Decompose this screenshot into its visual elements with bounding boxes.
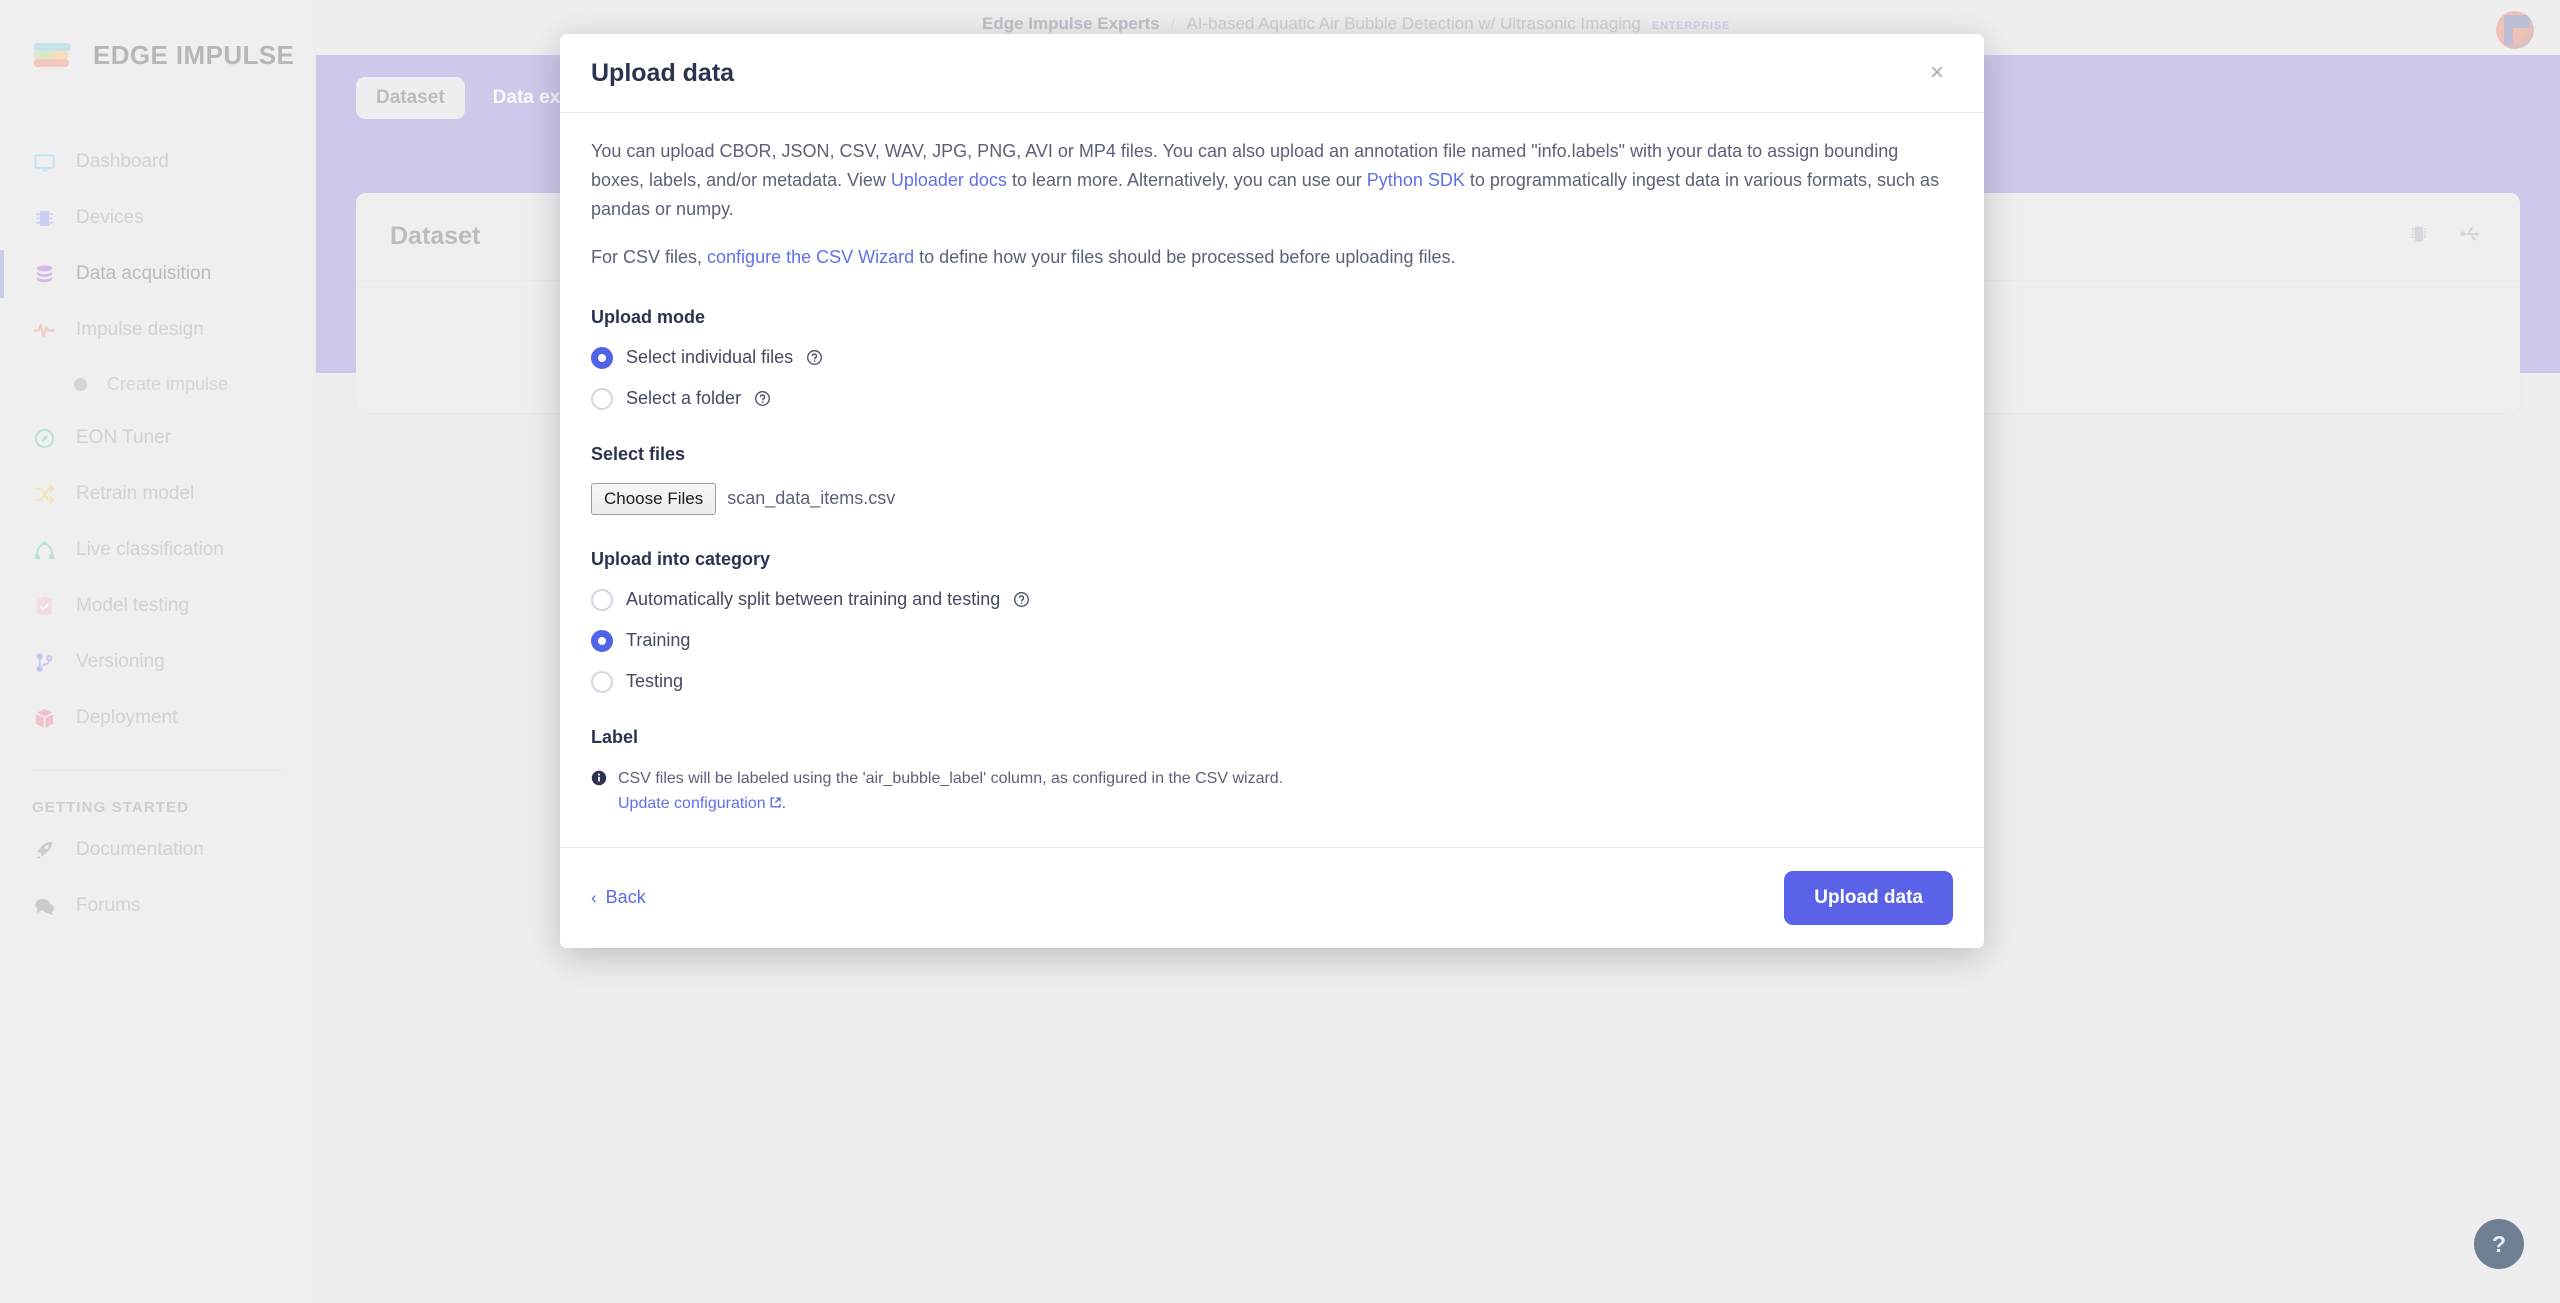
- note-part2: .: [781, 795, 787, 813]
- radio-label: Training: [626, 630, 691, 651]
- selected-file-name: scan_data_items.csv: [727, 488, 896, 509]
- select-files-label: Select files: [591, 443, 686, 464]
- description-paragraph-1: You can upload CBOR, JSON, CSV, WAV, JPG…: [591, 137, 1953, 224]
- radio-label: Select a folder: [626, 388, 742, 409]
- radio-select-a-folder[interactable]: Select a folder: [591, 387, 1953, 410]
- desc2-part2: to define how your files should be proce…: [914, 247, 1456, 268]
- python-sdk-link[interactable]: Python SDK: [1367, 170, 1465, 190]
- help-button[interactable]: ?: [2474, 1219, 2524, 1269]
- radio-label: Automatically split between training and…: [626, 589, 1001, 610]
- help-circle-icon[interactable]: [1013, 591, 1030, 608]
- radio-label: Testing: [626, 671, 684, 692]
- info-icon: [591, 770, 607, 786]
- upload-category-label: Upload into category: [591, 548, 771, 569]
- radio-indicator[interactable]: [591, 387, 613, 410]
- radio-auto-split[interactable]: Automatically split between training and…: [591, 588, 1953, 611]
- app-window: EDGE IMPULSE Dashboard: [0, 0, 2560, 1303]
- radio-indicator[interactable]: [591, 346, 613, 369]
- help-circle-icon[interactable]: [806, 349, 823, 366]
- note-part1: CSV files will be labeled using the 'air…: [618, 769, 1284, 787]
- label-note-text: CSV files will be labeled using the 'air…: [618, 766, 1291, 817]
- modal-body: You can upload CBOR, JSON, CSV, WAV, JPG…: [560, 113, 1984, 847]
- modal-footer: ‹ Back Upload data: [560, 846, 1984, 948]
- help-circle-icon[interactable]: [754, 390, 771, 407]
- question-mark-icon: ?: [2491, 1230, 2507, 1257]
- radio-indicator[interactable]: [591, 629, 613, 652]
- choose-files-button[interactable]: Choose Files: [591, 482, 717, 515]
- radio-label: Select individual files: [626, 347, 794, 368]
- radio-testing[interactable]: Testing: [591, 670, 1953, 693]
- radio-select-individual-files[interactable]: Select individual files: [591, 346, 1953, 369]
- uploader-docs-link[interactable]: Uploader docs: [891, 170, 1007, 190]
- desc1-part2: to learn more. Alternatively, you can us…: [1006, 170, 1367, 191]
- back-button-label: Back: [605, 887, 646, 908]
- desc2-part1: For CSV files,: [591, 247, 708, 268]
- radio-indicator[interactable]: [591, 588, 613, 611]
- external-link-icon: [769, 792, 782, 808]
- upload-mode-label: Upload mode: [591, 306, 706, 327]
- label-info-note: CSV files will be labeled using the 'air…: [591, 766, 1291, 817]
- back-button[interactable]: ‹ Back: [591, 887, 646, 908]
- csv-wizard-link[interactable]: configure the CSV Wizard: [707, 247, 914, 267]
- modal-header: Upload data ×: [560, 34, 1984, 113]
- description-paragraph-2: For CSV files, configure the CSV Wizard …: [591, 243, 1953, 272]
- upload-data-button[interactable]: Upload data: [1784, 870, 1953, 925]
- close-icon[interactable]: ×: [1922, 57, 1952, 89]
- modal-title: Upload data: [591, 58, 735, 87]
- update-configuration-link[interactable]: Update configuration: [618, 795, 766, 812]
- file-input-row: Choose Files scan_data_items.csv: [591, 482, 1953, 515]
- radio-indicator[interactable]: [591, 670, 613, 693]
- upload-data-modal: Upload data × You can upload CBOR, JSON,…: [560, 34, 1984, 948]
- chevron-left-icon: ‹: [591, 888, 597, 908]
- label-section-title: Label: [591, 726, 639, 747]
- radio-training[interactable]: Training: [591, 629, 1953, 652]
